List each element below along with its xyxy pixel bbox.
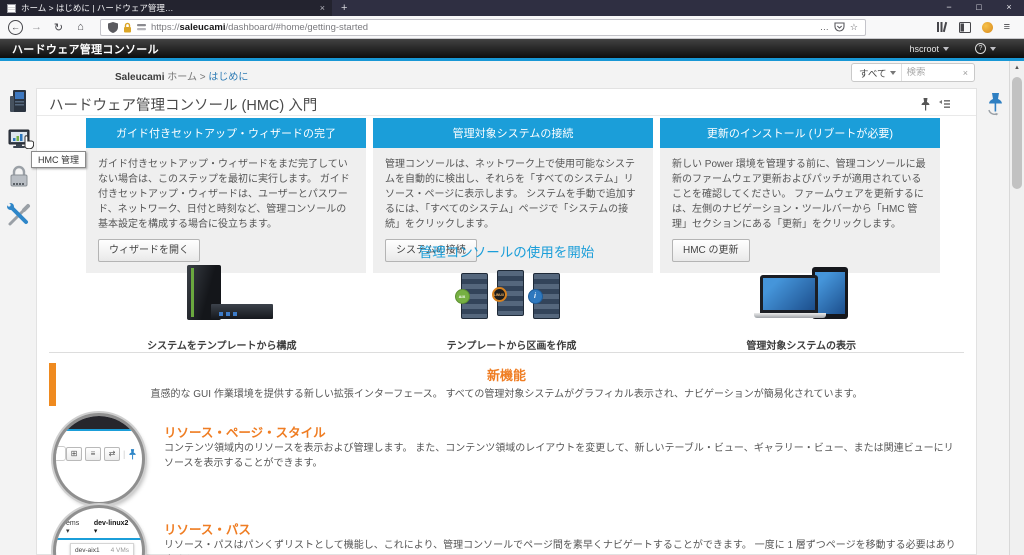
help-menu[interactable]: ? <box>975 43 996 54</box>
gs-item-view-systems[interactable]: 管理対象システムの表示 <box>656 265 946 352</box>
toolbar-right-icons: ≡ <box>936 21 1016 33</box>
permissions-icon[interactable] <box>137 23 146 32</box>
window-close-button[interactable]: × <box>994 0 1024 16</box>
search-clear-button[interactable]: × <box>963 68 974 78</box>
app-title: ハードウェア管理コンソール <box>12 41 159 57</box>
window-minimize-button[interactable]: − <box>934 0 964 16</box>
scroll-up-arrow[interactable]: ▲ <box>1010 61 1024 75</box>
page-options-icon[interactable] <box>939 100 950 109</box>
serviceability-icon[interactable] <box>6 202 32 228</box>
mini-crumb-ems: ems ▾ <box>66 520 84 535</box>
page-style-magnifier: | ⊞ ≡ ⇄ | <box>53 413 145 505</box>
feature-title-page-style: リソース・ページ・スタイル <box>164 422 326 441</box>
global-search: すべて × <box>851 63 975 82</box>
hand-cursor-icon <box>21 133 34 149</box>
page-content: Saleucami ホーム > はじめに すべて × <box>0 61 1024 555</box>
gs-caption: システムをテンプレートから構成 <box>147 337 296 352</box>
bookmark-star-icon[interactable]: ☆ <box>850 22 858 33</box>
partition-template-image: AIX LINUX i <box>447 265 577 325</box>
browser-tab[interactable]: ホーム > はじめに | ハードウェア管理… × <box>0 0 332 16</box>
window-maximize-button[interactable]: □ <box>964 0 994 16</box>
feature-text-page-style: コンテンツ領域内のリソースを表示および管理します。 また、コンテンツ領域のレイア… <box>164 441 956 471</box>
resource-path-magnifier: ems ▾ dev-linux2 ▾ dev-aix1 4 VMs dev-li… <box>53 505 145 555</box>
hmc-app-bar: ハードウェア管理コンソール hscroot ? <box>0 39 1024 58</box>
mini-crumb-dev-linux2: dev-linux2 ▾ <box>94 520 132 535</box>
browser-tab-bar: ホーム > はじめに | ハードウェア管理… × + − □ × <box>0 0 1024 16</box>
breadcrumb-console: Saleucami <box>115 72 164 83</box>
page-title: ハードウェア管理コンソール (HMC) 入門 <box>49 94 317 115</box>
extension-icon[interactable] <box>982 22 993 33</box>
pocket-icon[interactable] <box>834 22 845 33</box>
ibmi-badge-icon: i <box>528 289 543 304</box>
getting-started-panel: ハードウェア管理コンソール (HMC) 入門 ガイド付きセットアップ・ウィザード… <box>36 88 977 555</box>
library-icon[interactable] <box>936 21 948 33</box>
reload-button[interactable]: ↻ <box>50 21 67 34</box>
card-body-text: ガイド付きセットアップ・ウィザードをまだ完了していない場合は、このステップを最初… <box>98 159 350 230</box>
url-host: saleucami <box>180 22 226 33</box>
relation-view-icon: ⇄ <box>104 447 120 461</box>
forward-button[interactable]: → <box>28 21 45 33</box>
user-menu[interactable]: hscroot <box>909 44 949 54</box>
help-icon: ? <box>975 43 986 54</box>
pin-page-icon[interactable] <box>920 98 931 111</box>
breadcrumb-current[interactable]: はじめに <box>208 72 248 83</box>
linux-badge-icon: LINUX <box>492 287 507 302</box>
breadcrumb-home[interactable]: ホーム > <box>167 72 205 83</box>
back-button[interactable]: ← <box>8 20 23 35</box>
gs-caption: テンプレートから区画を作成 <box>447 337 577 352</box>
new-tab-button[interactable]: + <box>332 0 356 16</box>
tracking-shield-icon[interactable] <box>108 22 118 33</box>
feature-text-resource-path: リソース・パスはパンくずリストとして機能し、これにより、管理コンソールでページ間… <box>164 538 956 555</box>
whats-new-title: 新機能 <box>37 365 976 384</box>
feature-title-resource-path: リソース・パス <box>164 519 251 538</box>
card-header: ガイド付きセットアップ・ウィザードの完了 <box>86 118 366 148</box>
search-scope-dropdown[interactable]: すべて <box>852 64 902 81</box>
whats-new-subtitle: 直感的な GUI 作業環境を提供する新しい拡張インターフェース。 すべての管理対… <box>97 385 916 400</box>
card-header: 更新のインストール (リブートが必要) <box>660 118 940 148</box>
card-body-text: 新しい Power 環境を管理する前に、管理コンソールに最新のファームウェア更新… <box>672 159 926 230</box>
url-bar[interactable]: https://saleucami/dashboard/#home/gettin… <box>100 19 866 36</box>
tab-title: ホーム > はじめに | ハードウェア管理… <box>21 2 311 14</box>
page-actions-icon[interactable]: … <box>820 22 829 32</box>
gs-item-configure-system[interactable]: システムをテンプレートから構成 <box>77 265 367 352</box>
sidebar-toggle-icon[interactable] <box>959 22 971 33</box>
connection-lock-icon[interactable] <box>123 22 132 33</box>
section-divider <box>49 352 964 353</box>
gs-item-create-partitions[interactable]: AIX LINUX i テンプレートから区画を作成 <box>367 265 657 352</box>
hamburger-menu-icon[interactable]: ≡ <box>1004 21 1010 33</box>
getting-started-heading: 管理コンソールの使用を開始 <box>37 241 976 261</box>
card-header: 管理対象システムの接続 <box>373 118 653 148</box>
url-text: https://saleucami/dashboard/#home/gettin… <box>151 22 368 33</box>
managed-systems-image <box>736 265 866 325</box>
mini-pin-icon <box>128 449 137 460</box>
table-view-icon: ≡ <box>85 447 101 461</box>
aix-badge-icon: AIX <box>455 289 470 304</box>
scrollbar-thumb[interactable] <box>1012 77 1022 189</box>
pin-panel-icon[interactable] <box>986 92 1004 118</box>
gs-caption: 管理対象システムの表示 <box>746 337 856 352</box>
breadcrumb: Saleucami ホーム > はじめに <box>115 68 248 83</box>
browser-nav-bar: ← → ↻ ⌂ https://saleucami/dashboard/#hom… <box>0 16 1024 39</box>
users-security-icon[interactable] <box>6 164 32 190</box>
hmc-management-tooltip: HMC 管理 <box>31 151 86 168</box>
page-scrollbar[interactable]: ▲ <box>1009 61 1024 555</box>
card-body-text: 管理コンソールは、ネットワーク上で使用可能なシステムを自動的に検出し、それらを「… <box>385 159 636 230</box>
system-template-image <box>157 265 287 325</box>
favicon-icon <box>7 4 16 13</box>
tab-close-button[interactable]: × <box>316 3 325 13</box>
search-input[interactable] <box>902 67 962 78</box>
window-controls: − □ × <box>934 0 1024 16</box>
resources-icon[interactable] <box>6 88 32 114</box>
mini-list-row: dev-aix1 4 VMs <box>71 544 133 555</box>
home-button[interactable]: ⌂ <box>72 21 89 33</box>
gallery-view-icon: ⊞ <box>66 447 82 461</box>
